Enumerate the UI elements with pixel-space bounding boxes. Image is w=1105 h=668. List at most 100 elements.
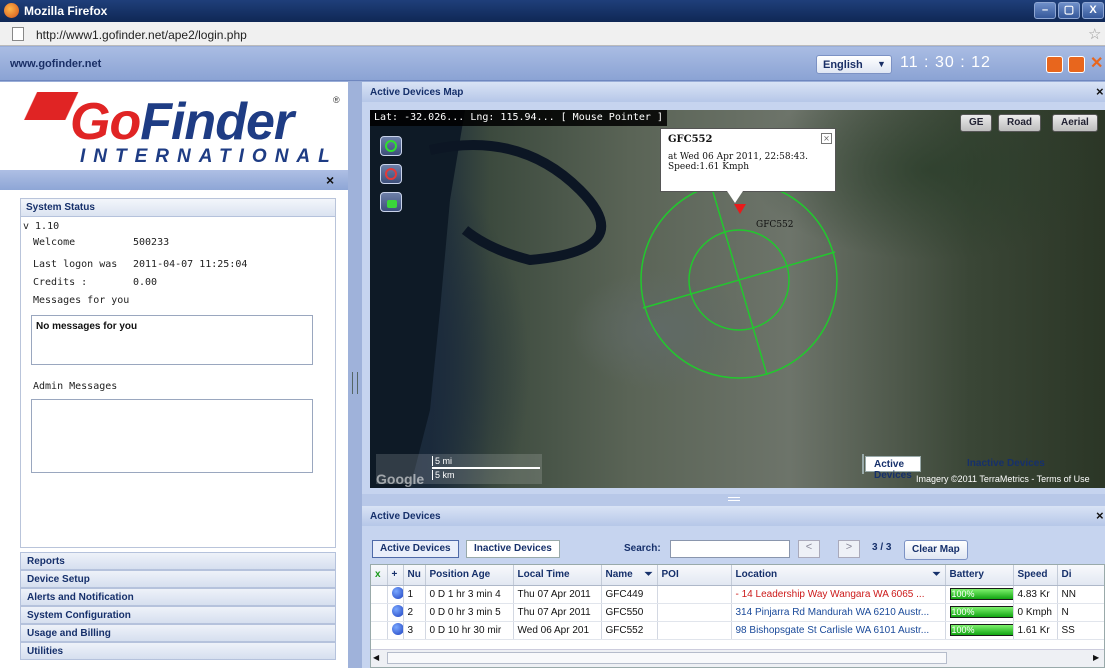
zoom-out-button[interactable] <box>380 164 402 184</box>
map-scale: Google 5 mi 5 km <box>376 454 542 487</box>
col-add[interactable]: + <box>387 565 404 586</box>
page-info: 3 / 3 <box>872 542 892 553</box>
map-panel-title: Active Devices Map <box>362 82 1105 102</box>
scale-line <box>432 467 540 469</box>
col-battery[interactable]: Battery <box>945 565 1014 586</box>
tab-inactive-devices[interactable]: Inactive Devices <box>466 540 560 558</box>
col-location[interactable]: Location ⏷ <box>731 565 946 586</box>
app-header: www.gofinder.net English ▼ 11 : 30 : 12 … <box>0 47 1105 81</box>
marker-label: GFC552 <box>756 220 794 230</box>
url-text[interactable]: http://www1.gofinder.net/ape2/login.php <box>36 28 247 42</box>
credits-value: 0.00 <box>133 277 158 288</box>
table-row[interactable]: 10 D 1 hr 3 min 4 Thu 07 Apr 2011 GFC449 - … <box>371 585 1104 604</box>
filter-icon[interactable]: ⏷ <box>933 569 941 580</box>
prev-page-button[interactable]: < <box>798 540 820 558</box>
device-marker-icon[interactable] <box>734 204 746 214</box>
nav-usage-billing[interactable]: Usage and Billing <box>20 624 336 642</box>
clear-map-button[interactable]: Clear Map <box>904 540 968 560</box>
tab-active-devices[interactable]: Active Devices <box>372 540 459 558</box>
map-tab-active-devices[interactable]: Active Devices <box>865 456 921 481</box>
bookmark-star-icon[interactable]: ☆ <box>1088 25 1101 43</box>
cell-name: GFC449 <box>601 585 658 604</box>
table-row[interactable]: 30 D 10 hr 30 mir Wed 06 Apr 201 GFC552 98 … <box>371 621 1104 640</box>
scroll-right-icon[interactable]: ▶ <box>1093 653 1099 662</box>
road-view-button[interactable]: Road <box>998 114 1041 132</box>
left-panel-close-button[interactable]: × <box>326 172 334 188</box>
col-remove[interactable]: x <box>371 565 388 586</box>
lock-button[interactable] <box>380 192 402 212</box>
address-bar[interactable]: http://www1.gofinder.net/ape2/login.php … <box>0 22 1105 46</box>
popup-speed: Speed:1.61 Kmph <box>668 162 750 172</box>
welcome-label: Welcome <box>33 237 76 248</box>
panel-splitter[interactable] <box>348 82 362 668</box>
device-status-icon[interactable] <box>391 586 402 599</box>
table-header-row: x + Nu Position Age Local Time Name ⏷ POI… <box>371 565 1104 586</box>
search-input[interactable] <box>670 540 790 558</box>
window-icon[interactable] <box>1046 56 1063 73</box>
cell-local-time: Thu 07 Apr 2011 <box>513 585 602 604</box>
popup-device-name: GFC552 <box>668 134 713 145</box>
col-number[interactable]: Nu <box>403 565 426 586</box>
aerial-view-button[interactable]: Aerial <box>1052 114 1098 132</box>
col-local-time[interactable]: Local Time <box>513 565 602 586</box>
cell-battery: 100% <box>945 621 1014 640</box>
splitter-grip-icon[interactable] <box>728 497 740 501</box>
cell-location: 98 Bishopsgate St Carlisle WA 6101 Austr… <box>731 621 946 640</box>
next-page-button[interactable]: > <box>838 540 860 558</box>
col-speed[interactable]: Speed <box>1013 565 1058 586</box>
popup-tail <box>727 191 743 203</box>
scroll-left-icon[interactable]: ◀ <box>373 653 379 662</box>
map-copyright[interactable]: Imagery ©2011 TerraMetrics - Terms of Us… <box>916 474 1090 484</box>
horizontal-scrollbar[interactable]: ◀ ▶ <box>371 649 1104 667</box>
splitter-grip-icon[interactable] <box>352 372 358 394</box>
messages-box: No messages for you <box>31 315 313 365</box>
nav-reports[interactable]: Reports <box>20 552 336 570</box>
close-window-button[interactable]: X <box>1082 2 1104 19</box>
system-status-title[interactable]: System Status <box>21 199 335 217</box>
cell-direction: N <box>1057 603 1104 622</box>
search-label: Search: <box>624 543 661 554</box>
popup-close-button[interactable]: × <box>821 133 832 144</box>
firefox-icon <box>4 3 19 18</box>
col-poi[interactable]: POI <box>657 565 732 586</box>
col-direction[interactable]: Di <box>1057 565 1104 586</box>
nav-system-configuration[interactable]: System Configuration <box>20 606 336 624</box>
ge-view-button[interactable]: GE <box>960 114 993 132</box>
left-panel: GoFinder ® INTERNATIONAL × System Status… <box>0 82 348 668</box>
horizontal-splitter[interactable] <box>362 494 1105 506</box>
cell-position-age: 0 D 1 hr 3 min 4 <box>425 585 514 604</box>
table-row[interactable]: 20 D 0 hr 3 min 5 Thu 07 Apr 2011 GFC550 31… <box>371 603 1104 622</box>
map-panel-close-button[interactable]: × <box>1096 84 1104 99</box>
scroll-thumb[interactable] <box>387 652 947 664</box>
zoom-out-icon <box>385 168 397 180</box>
language-select[interactable]: English ▼ <box>816 55 892 74</box>
minimize-button[interactable]: – <box>1034 2 1056 19</box>
cell-status <box>387 585 404 604</box>
col-position-age[interactable]: Position Age <box>425 565 514 586</box>
expand-icon[interactable] <box>1068 56 1085 73</box>
devices-panel-close-button[interactable]: × <box>1096 508 1104 523</box>
cell-direction: SS <box>1057 621 1104 640</box>
nav-utilities[interactable]: Utilities <box>20 642 336 660</box>
close-icon[interactable]: ✕ <box>1090 56 1105 73</box>
device-status-icon[interactable] <box>391 622 402 635</box>
clock: 11 : 30 : 12 <box>900 54 991 71</box>
nav-device-setup[interactable]: Device Setup <box>20 570 336 588</box>
last-logon-value: 2011-04-07 11:25:04 <box>133 259 248 270</box>
cell-poi <box>657 603 732 622</box>
satellite-map[interactable]: Lat: -32.026... Lng: 115.94... [ Mouse P… <box>370 110 1105 488</box>
zoom-in-button[interactable] <box>380 136 402 156</box>
col-location-label: Location <box>735 569 778 581</box>
nav-alerts-notification[interactable]: Alerts and Notification <box>20 588 336 606</box>
scale-mi: 5 mi <box>432 456 452 466</box>
device-status-icon[interactable] <box>391 604 402 617</box>
col-name[interactable]: Name ⏷ <box>601 565 658 586</box>
cell-number: 3 <box>403 621 426 640</box>
devices-table: x + Nu Position Age Local Time Name ⏷ POI… <box>370 564 1105 668</box>
filter-icon[interactable]: ⏷ <box>645 569 653 580</box>
maximize-button[interactable]: ▢ <box>1058 2 1080 19</box>
cell-poi <box>657 585 732 604</box>
col-name-label: Name <box>605 569 633 581</box>
devices-panel: Active Devices × Active Devices Inactive… <box>362 506 1105 668</box>
map-tab-inactive-devices[interactable]: Inactive Devices <box>959 456 1067 472</box>
